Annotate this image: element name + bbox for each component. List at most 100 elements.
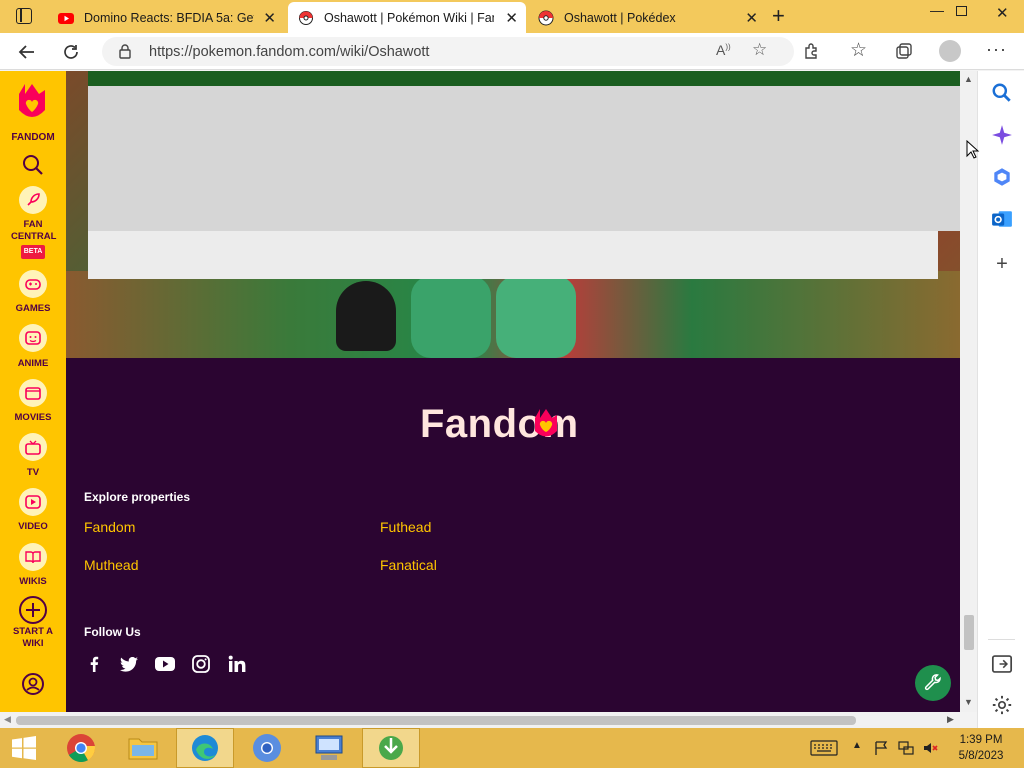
vertical-scroll-thumb[interactable] bbox=[964, 615, 974, 650]
footer-link-fanatical[interactable]: Fanatical bbox=[380, 557, 437, 573]
extensions-icon[interactable] bbox=[802, 42, 820, 60]
scroll-down-arrow[interactable]: ▼ bbox=[964, 697, 973, 707]
rail-games-label[interactable]: GAMES bbox=[0, 303, 66, 315]
back-button[interactable] bbox=[14, 39, 40, 65]
search-icon[interactable] bbox=[22, 154, 44, 176]
start-wiki-text: START A WIKI bbox=[12, 626, 54, 649]
url-field[interactable]: https://pokemon.fandom.com/wiki/Oshawott… bbox=[102, 37, 794, 66]
search-icon[interactable] bbox=[991, 82, 1013, 104]
folder-icon bbox=[128, 738, 158, 760]
tab-fandom[interactable]: Oshawott | Pokémon Wiki | Fand ✕ bbox=[288, 2, 526, 33]
tab-pokedex[interactable]: Oshawott | Pokédex ✕ bbox=[528, 2, 766, 33]
close-tab-icon[interactable]: ✕ bbox=[505, 9, 518, 27]
close-tab-icon[interactable]: ✕ bbox=[263, 9, 276, 27]
pokeball-icon bbox=[538, 10, 554, 25]
read-aloud-icon[interactable]: A)) bbox=[716, 42, 731, 58]
windows-taskbar: ▲ 1:39 PM 5/8/2023 bbox=[0, 728, 1024, 768]
sparkle-icon[interactable] bbox=[991, 124, 1013, 146]
fandom-rail: FANDOM FAN CENTRAL BETA GAMES ANIME MOVI… bbox=[0, 71, 66, 712]
rail-start-wiki-label[interactable]: START A WIKI bbox=[0, 626, 66, 650]
profile-avatar[interactable] bbox=[939, 40, 961, 62]
globe-download-icon bbox=[379, 736, 403, 760]
rail-tv-label[interactable]: TV bbox=[0, 467, 66, 479]
office-icon[interactable] bbox=[991, 166, 1013, 188]
rail-wikis-label[interactable]: WIKIS bbox=[0, 576, 66, 588]
wrench-icon bbox=[924, 674, 941, 691]
lock-icon bbox=[119, 44, 131, 59]
global-footer: Fandom Explore properties Fandom Futhead… bbox=[66, 358, 960, 712]
anime-face-icon[interactable] bbox=[19, 324, 47, 352]
user-account-icon[interactable] bbox=[22, 673, 44, 695]
clock-time: 1:39 PM bbox=[959, 734, 1003, 746]
taskbar-edge[interactable] bbox=[176, 728, 234, 768]
video-play-icon[interactable] bbox=[19, 488, 47, 516]
refresh-icon bbox=[64, 45, 78, 59]
gamepad-icon[interactable] bbox=[19, 270, 47, 298]
close-tab-icon[interactable]: ✕ bbox=[745, 9, 758, 27]
book-icon[interactable] bbox=[19, 543, 47, 571]
add-sidebar-app-icon[interactable]: + bbox=[991, 253, 1013, 275]
close-window-button[interactable]: ✕ bbox=[996, 4, 1009, 22]
clock-date: 5/8/2023 bbox=[958, 750, 1004, 762]
scroll-right-arrow[interactable]: ▶ bbox=[947, 714, 954, 725]
collections-icon[interactable] bbox=[895, 42, 913, 60]
outlook-icon[interactable] bbox=[991, 208, 1013, 230]
footer-link-fandom[interactable]: Fandom bbox=[84, 519, 135, 535]
footer-link-futhead[interactable]: Futhead bbox=[380, 519, 431, 535]
network-icon[interactable] bbox=[898, 740, 914, 756]
favorites-icon[interactable]: ☆ bbox=[850, 39, 867, 62]
youtube-icon[interactable] bbox=[155, 654, 175, 674]
restore-button[interactable] bbox=[956, 6, 967, 16]
tab-title: Domino Reacts: BFDIA 5a: Get in bbox=[84, 10, 254, 25]
taskbar-download-manager[interactable] bbox=[362, 728, 420, 768]
ad-slot-bottom bbox=[88, 231, 938, 279]
plus-circle-icon[interactable] bbox=[18, 595, 48, 625]
rail-fan-central[interactable]: FAN CENTRAL BETA bbox=[0, 219, 66, 259]
hide-sidebar-icon[interactable] bbox=[991, 653, 1013, 675]
youtube-icon bbox=[58, 12, 74, 24]
show-hidden-icons[interactable]: ▲ bbox=[852, 740, 862, 751]
instagram-icon[interactable] bbox=[191, 654, 211, 674]
tab-youtube[interactable]: Domino Reacts: BFDIA 5a: Get in ✕ bbox=[48, 2, 284, 33]
rail-anime-label[interactable]: ANIME bbox=[0, 358, 66, 370]
taskbar-file-explorer[interactable] bbox=[114, 728, 172, 768]
minimize-button[interactable]: — bbox=[930, 2, 944, 18]
tv-icon[interactable] bbox=[19, 433, 47, 461]
add-favorite-icon[interactable]: ☆ bbox=[752, 40, 767, 60]
settings-gear-icon[interactable] bbox=[991, 694, 1013, 716]
volume-muted-icon[interactable] bbox=[922, 740, 938, 756]
facebook-icon[interactable] bbox=[84, 654, 104, 674]
more-menu-icon[interactable]: ··· bbox=[986, 39, 1007, 60]
linkedin-icon[interactable] bbox=[227, 654, 247, 674]
monitor-icon bbox=[315, 735, 343, 760]
film-icon[interactable] bbox=[19, 379, 47, 407]
horizontal-scroll-thumb[interactable] bbox=[16, 716, 856, 725]
fandom-heart-icon bbox=[535, 409, 557, 437]
keyboard-icon[interactable] bbox=[810, 740, 838, 756]
wrench-tools-button[interactable] bbox=[915, 665, 951, 701]
refresh-button[interactable] bbox=[58, 39, 84, 65]
fandom-logo-icon[interactable] bbox=[15, 80, 49, 124]
taskbar-chrome[interactable] bbox=[52, 728, 110, 768]
rail-movies-label[interactable]: MOVIES bbox=[0, 412, 66, 424]
twitter-icon[interactable] bbox=[119, 654, 139, 674]
action-center-flag-icon[interactable] bbox=[874, 740, 890, 756]
rail-video-label[interactable]: VIDEO bbox=[0, 521, 66, 533]
scroll-left-arrow[interactable]: ◀ bbox=[4, 714, 11, 725]
tab-strip: Domino Reacts: BFDIA 5a: Get in ✕ Oshawo… bbox=[0, 0, 1024, 33]
taskbar-chrome-alt[interactable] bbox=[238, 728, 296, 768]
mouse-cursor-icon bbox=[966, 140, 980, 159]
windows-logo-icon bbox=[12, 736, 36, 760]
system-clock[interactable]: 1:39 PM 5/8/2023 bbox=[946, 732, 1016, 764]
footer-link-muthead[interactable]: Muthead bbox=[84, 557, 138, 573]
arrow-left-icon bbox=[18, 45, 34, 59]
tab-actions-icon[interactable] bbox=[16, 8, 32, 24]
address-bar: https://pokemon.fandom.com/wiki/Oshawott… bbox=[0, 33, 1024, 70]
community-header-bar bbox=[88, 71, 960, 86]
start-button[interactable] bbox=[0, 728, 48, 768]
scroll-up-arrow[interactable]: ▲ bbox=[964, 74, 973, 84]
edge-icon bbox=[192, 735, 218, 761]
taskbar-remote-desktop[interactable] bbox=[300, 728, 358, 768]
rocket-icon[interactable] bbox=[19, 186, 47, 214]
new-tab-button[interactable]: + bbox=[772, 3, 785, 29]
